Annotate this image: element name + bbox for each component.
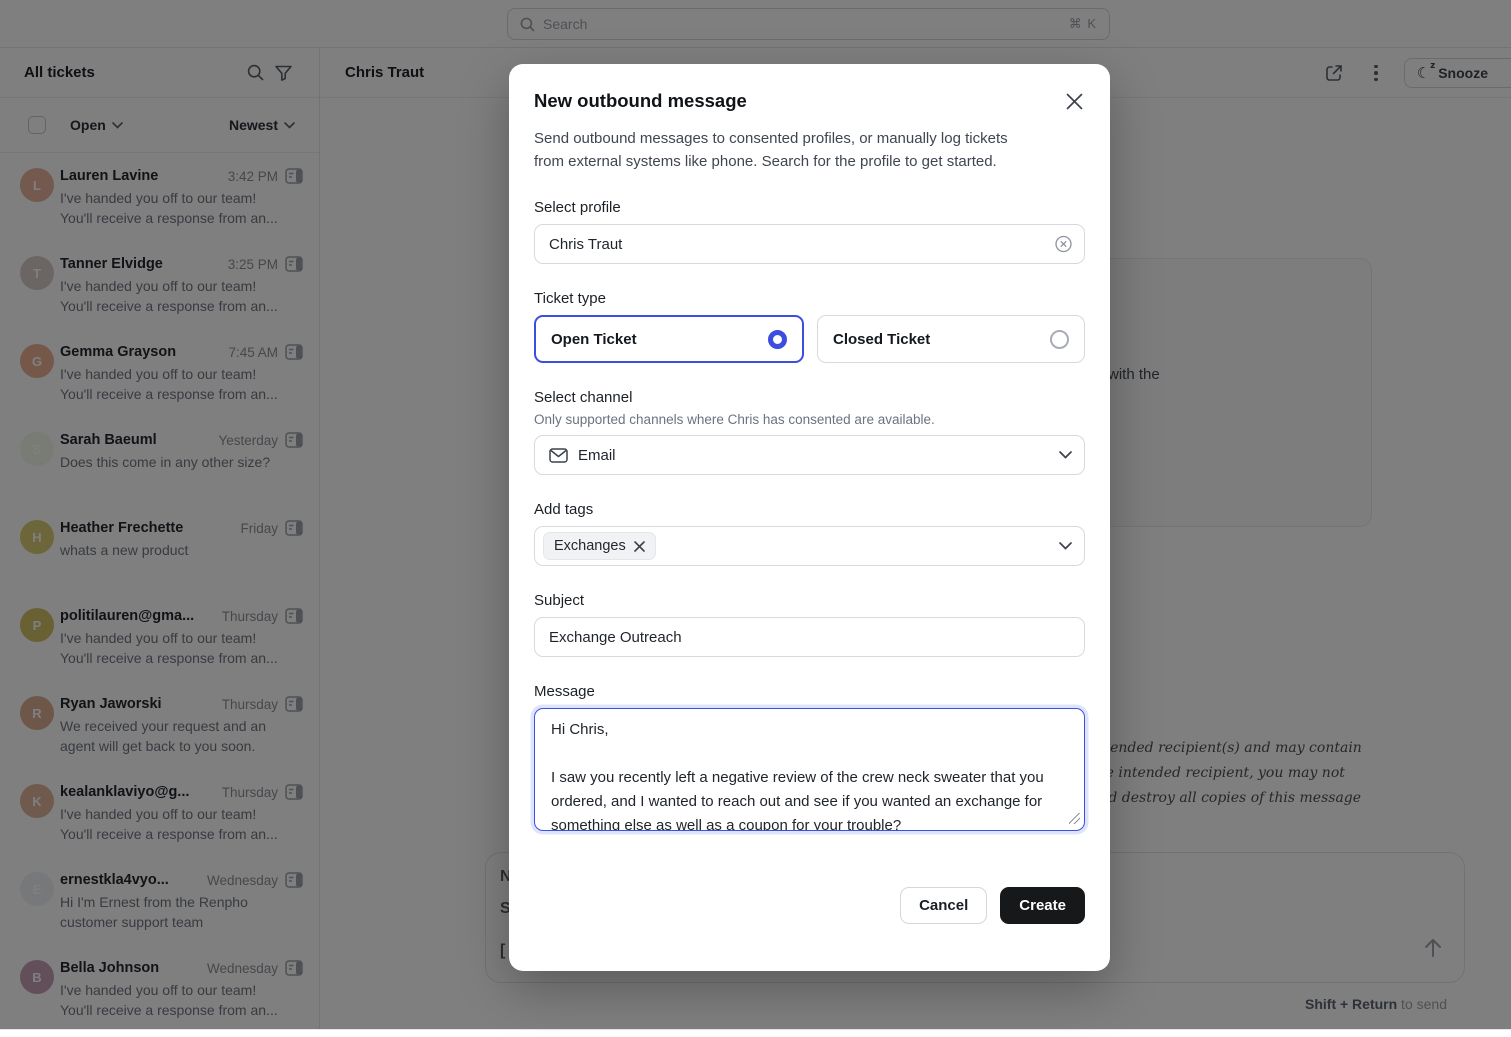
subject-label: Subject: [534, 592, 1085, 609]
tags-chevron: [1059, 542, 1072, 550]
channel-helper-text: Only supported channels where Chris has …: [534, 412, 1085, 427]
profile-input[interactable]: [534, 224, 1085, 264]
closed-ticket-option[interactable]: Closed Ticket: [817, 315, 1085, 363]
close-modal-button[interactable]: [1063, 90, 1085, 112]
close-icon: [1066, 93, 1083, 110]
channel-chevron: [1059, 451, 1072, 459]
radio-selected-icon[interactable]: [768, 330, 787, 349]
modal-description: Send outbound messages to consented prof…: [534, 127, 1085, 173]
ticket-type-label: Ticket type: [534, 290, 1085, 307]
app: ⌘ K All tickets Open Newest: [0, 0, 1511, 1037]
remove-tag-icon[interactable]: [634, 541, 645, 552]
message-textarea[interactable]: Hi Chris, I saw you recently left a nega…: [534, 708, 1085, 831]
radio-unselected-icon[interactable]: [1050, 330, 1069, 349]
bottom-strip: [0, 1029, 1511, 1037]
open-ticket-label: Open Ticket: [551, 331, 637, 348]
email-icon: [549, 448, 568, 463]
chevron-down-icon: [1059, 451, 1072, 459]
add-tags-label: Add tags: [534, 501, 1085, 518]
closed-ticket-label: Closed Ticket: [833, 331, 930, 348]
select-profile-label: Select profile: [534, 199, 1085, 216]
cancel-button[interactable]: Cancel: [900, 887, 987, 924]
create-button[interactable]: Create: [1000, 887, 1085, 924]
channel-value: Email: [578, 447, 616, 464]
chevron-down-icon: [1059, 542, 1072, 550]
channel-select[interactable]: Email: [534, 435, 1085, 475]
open-ticket-option[interactable]: Open Ticket: [534, 315, 804, 363]
tag-chip[interactable]: Exchanges: [543, 532, 656, 560]
clear-circle-icon: [1055, 236, 1072, 253]
select-channel-label: Select channel: [534, 389, 1085, 406]
new-outbound-message-modal: New outbound message Send outbound messa…: [509, 64, 1110, 971]
clear-profile-button[interactable]: [1055, 236, 1072, 253]
tags-field[interactable]: Exchanges: [534, 526, 1085, 566]
subject-input[interactable]: [534, 617, 1085, 657]
message-label: Message: [534, 683, 1085, 700]
tag-chip-label: Exchanges: [554, 538, 626, 554]
resize-handle[interactable]: [1069, 813, 1080, 824]
modal-title: New outbound message: [534, 90, 747, 112]
